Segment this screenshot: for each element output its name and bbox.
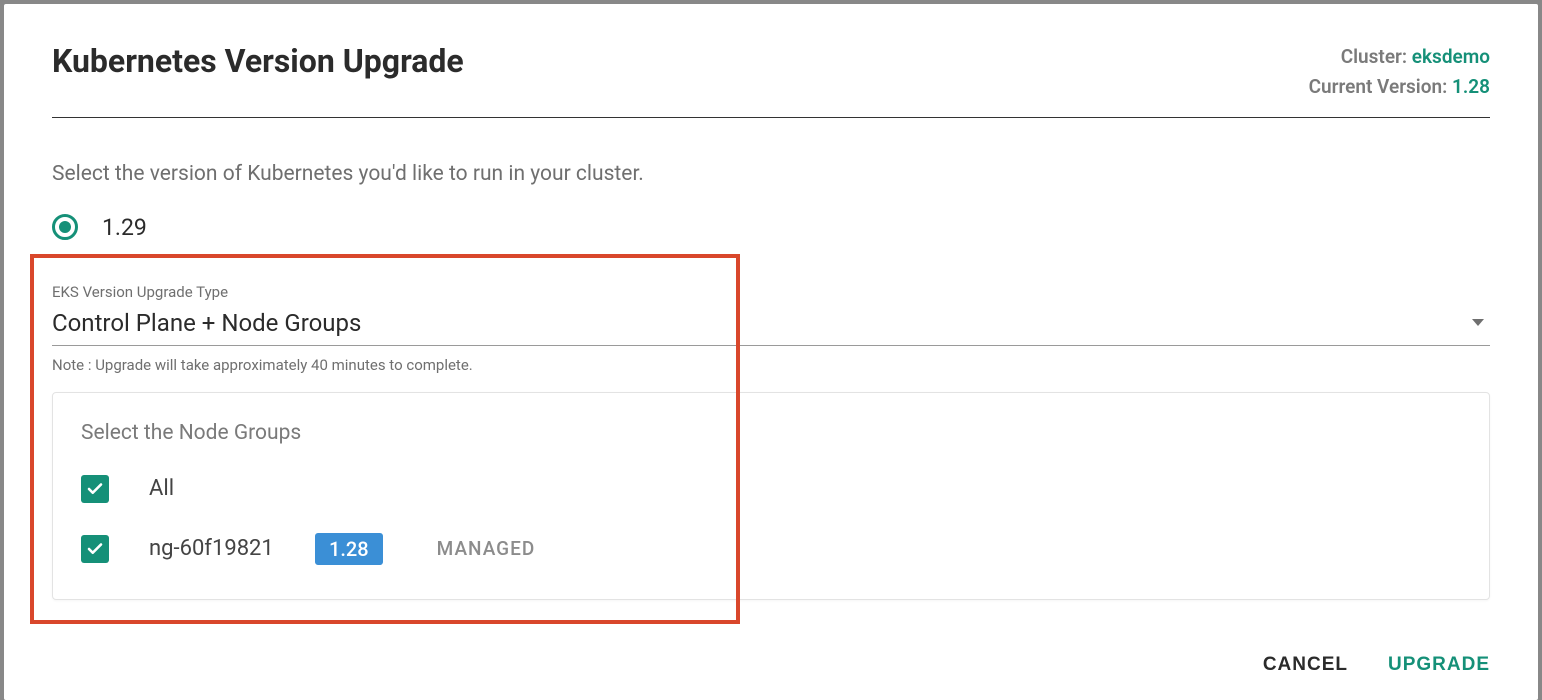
node-groups-panel: Select the Node Groups All ng-60f19821 1…	[52, 392, 1490, 600]
node-group-name: ng-60f19821	[149, 536, 299, 561]
upgrade-type-section: EKS Version Upgrade Type Control Plane +…	[52, 283, 1490, 600]
dialog-title: Kubernetes Version Upgrade	[52, 42, 464, 80]
radio-selected-icon[interactable]	[52, 214, 78, 240]
node-group-version-badge: 1.28	[315, 533, 383, 565]
upgrade-type-label: EKS Version Upgrade Type	[52, 283, 1490, 301]
cluster-info: Cluster: eksdemo Current Version: 1.28	[1309, 42, 1490, 103]
dialog-header: Kubernetes Version Upgrade Cluster: eksd…	[52, 42, 1490, 118]
current-version-label: Current Version:	[1309, 75, 1448, 98]
node-group-all-row[interactable]: All	[81, 475, 1461, 503]
node-groups-title: Select the Node Groups	[81, 421, 1461, 445]
cluster-name: eksdemo	[1412, 45, 1490, 68]
upgrade-type-value: Control Plane + Node Groups	[52, 309, 361, 337]
cluster-label: Cluster:	[1341, 45, 1407, 68]
upgrade-type-select[interactable]: Control Plane + Node Groups	[52, 303, 1490, 346]
node-group-all-label: All	[149, 476, 299, 501]
version-option-label: 1.29	[102, 214, 147, 241]
upgrade-note: Note : Upgrade will take approximately 4…	[52, 356, 1490, 374]
chevron-down-icon	[1472, 319, 1484, 326]
node-group-item-row[interactable]: ng-60f19821 1.28 MANAGED	[81, 533, 1461, 565]
upgrade-dialog: Kubernetes Version Upgrade Cluster: eksd…	[4, 4, 1538, 700]
cancel-button[interactable]: CANCEL	[1263, 654, 1348, 676]
checkbox-checked-icon[interactable]	[81, 535, 109, 563]
current-version-value: 1.28	[1452, 75, 1490, 98]
instruction-text: Select the version of Kubernetes you'd l…	[52, 162, 1490, 186]
node-group-type: MANAGED	[437, 537, 536, 560]
upgrade-button[interactable]: UPGRADE	[1388, 654, 1490, 676]
checkbox-checked-icon[interactable]	[81, 475, 109, 503]
version-radio-row[interactable]: 1.29	[52, 214, 1490, 241]
dialog-footer: CANCEL UPGRADE	[1263, 654, 1490, 676]
